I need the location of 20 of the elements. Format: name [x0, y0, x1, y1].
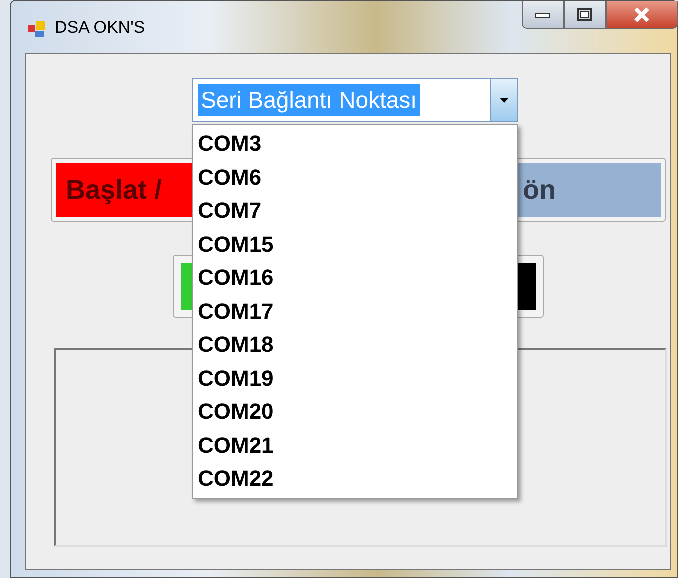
- dropdown-option[interactable]: COM22: [193, 462, 517, 496]
- window-title: DSA OKN'S: [55, 18, 146, 38]
- dropdown-option[interactable]: COM3: [193, 127, 517, 160]
- maximize-button[interactable]: [564, 1, 606, 29]
- close-button[interactable]: [606, 1, 678, 29]
- minimize-button[interactable]: [522, 1, 564, 29]
- caret-icon: [500, 98, 508, 102]
- dropdown-option[interactable]: COM17: [193, 294, 517, 328]
- close-icon: [633, 6, 651, 22]
- dropdown-option[interactable]: COM20: [193, 395, 517, 428]
- dropdown-option[interactable]: COM19: [193, 362, 517, 395]
- maximize-icon: [577, 8, 593, 22]
- dropdown-value: Seri Bağlantı Noktası: [198, 84, 420, 116]
- app-icon: [27, 19, 47, 39]
- minimize-icon: [535, 12, 551, 18]
- dropdown-option[interactable]: COM16: [193, 261, 517, 294]
- dropdown-option[interactable]: COM21: [193, 428, 517, 462]
- dropdown-option[interactable]: COM15: [193, 228, 517, 261]
- dropdown-option[interactable]: COM18: [193, 328, 517, 362]
- dropdown-arrow-button[interactable]: [490, 79, 517, 121]
